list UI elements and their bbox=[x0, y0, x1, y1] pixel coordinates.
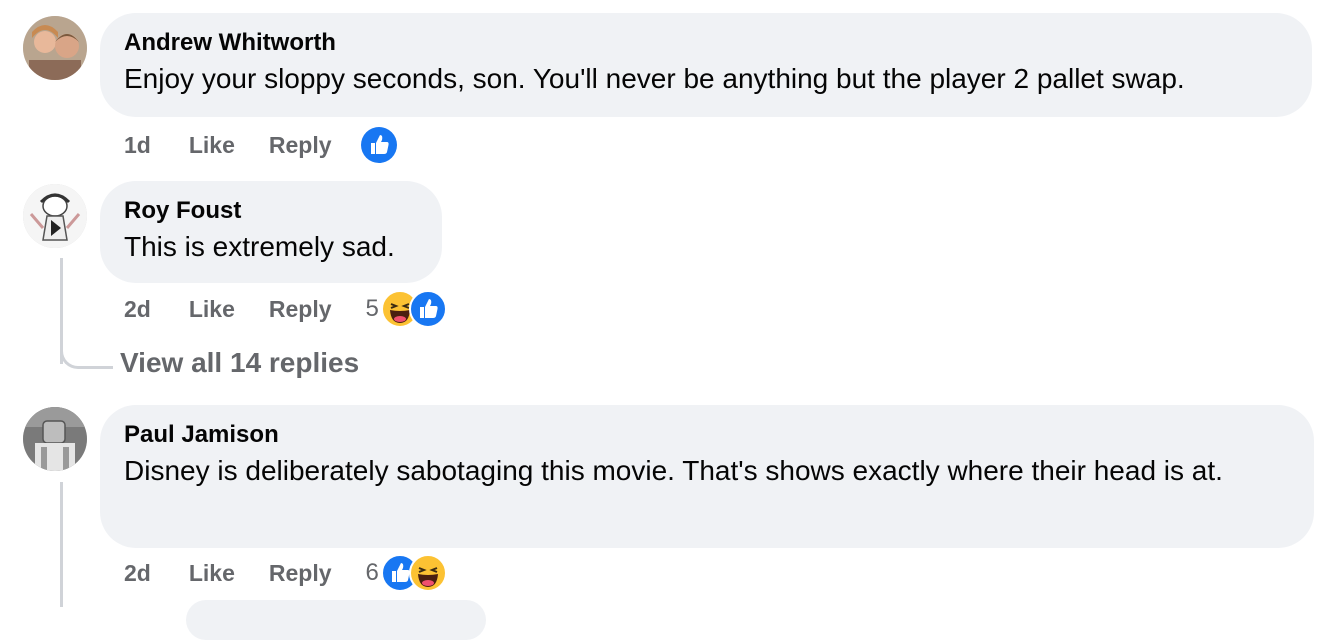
reaction-count[interactable]: 5 bbox=[366, 295, 379, 323]
comment-timestamp[interactable]: 2d bbox=[124, 560, 151, 587]
avatar-andrew-whitworth[interactable] bbox=[23, 16, 87, 80]
thread-line bbox=[60, 482, 63, 607]
next-comment-bubble-partial bbox=[186, 600, 486, 640]
comment-text: This is extremely sad. bbox=[124, 231, 395, 262]
view-all-replies-link[interactable]: View all 14 replies bbox=[120, 347, 359, 379]
reply-button[interactable]: Reply bbox=[269, 560, 332, 587]
comment-actions: 2d Like Reply 6 bbox=[124, 553, 447, 593]
comment-bubble: Roy Foust This is extremely sad. bbox=[100, 181, 442, 283]
like-reaction-icon[interactable] bbox=[408, 290, 447, 328]
comment-author[interactable]: Andrew Whitworth bbox=[124, 29, 1288, 57]
comment-text: Enjoy your sloppy seconds, son. You'll n… bbox=[124, 63, 1185, 94]
comment-author[interactable]: Paul Jamison bbox=[124, 421, 1290, 449]
like-reaction-icon[interactable] bbox=[360, 126, 398, 164]
comment-timestamp[interactable]: 1d bbox=[124, 132, 151, 159]
comment-actions: 1d Like Reply bbox=[124, 125, 398, 165]
comment-actions: 2d Like Reply 5 bbox=[124, 289, 447, 329]
avatar-paul-jamison[interactable] bbox=[23, 407, 87, 471]
comment-bubble: Andrew Whitworth Enjoy your sloppy secon… bbox=[100, 13, 1312, 117]
like-button[interactable]: Like bbox=[189, 132, 235, 159]
avatar-roy-foust[interactable] bbox=[23, 184, 87, 248]
reply-button[interactable]: Reply bbox=[269, 296, 332, 323]
reply-button[interactable]: Reply bbox=[269, 132, 332, 159]
thread-line-curve bbox=[60, 340, 113, 369]
like-button[interactable]: Like bbox=[189, 296, 235, 323]
comment-author[interactable]: Roy Foust bbox=[124, 197, 418, 225]
reaction-count[interactable]: 6 bbox=[366, 559, 379, 587]
comment-text: Disney is deliberately sabotaging this m… bbox=[124, 455, 1223, 486]
haha-reaction-icon[interactable] bbox=[408, 554, 447, 592]
comment-bubble: Paul Jamison Disney is deliberately sabo… bbox=[100, 405, 1314, 548]
comment-timestamp[interactable]: 2d bbox=[124, 296, 151, 323]
like-button[interactable]: Like bbox=[189, 560, 235, 587]
